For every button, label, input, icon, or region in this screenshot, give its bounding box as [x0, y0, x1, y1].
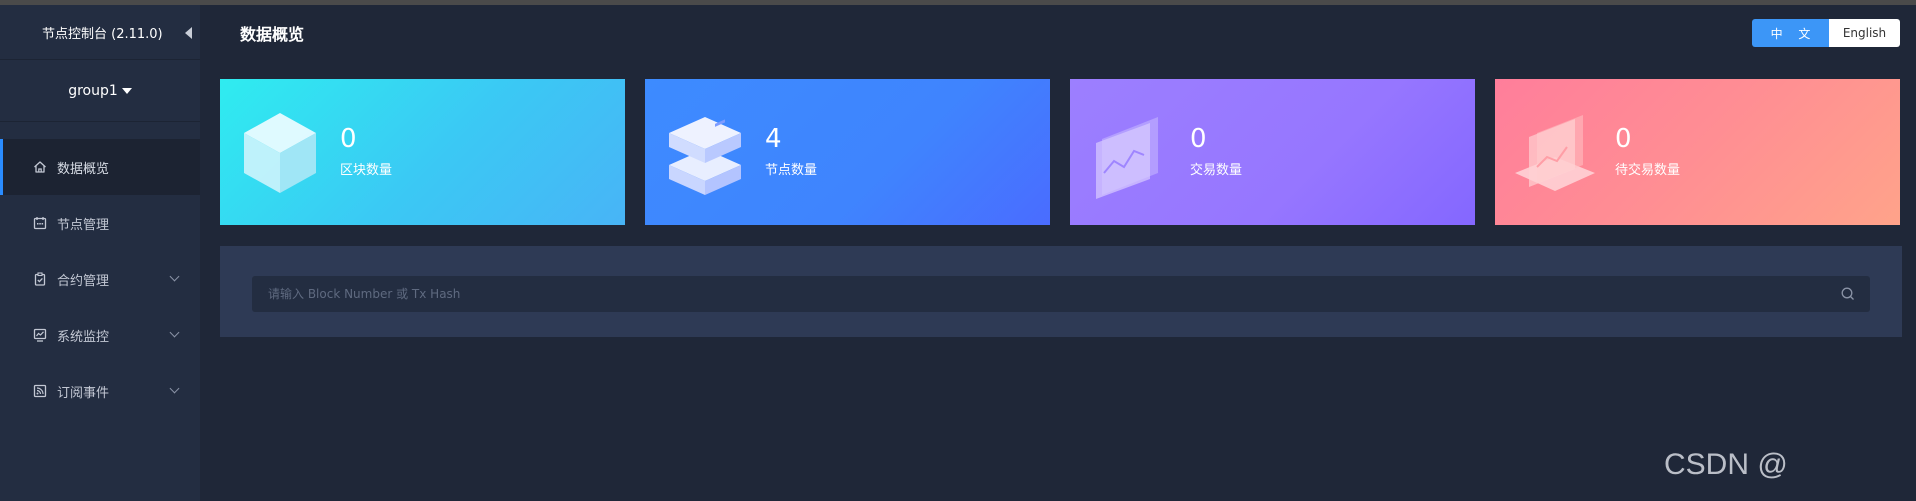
sidebar-item-label: 合约管理 — [57, 273, 110, 289]
sidebar-item-label: 节点管理 — [57, 217, 110, 233]
watermark: CSDN @ — [1664, 448, 1788, 481]
cube-icon — [244, 113, 316, 193]
stat-card-transactions: 0 交易数量 — [1070, 79, 1475, 225]
caret-down-icon — [121, 87, 132, 94]
stat-card-blocks: 0 区块数量 — [220, 79, 625, 225]
sidebar-header: 节点控制台 (2.11.0) — [0, 5, 200, 60]
chevron-down-icon — [169, 327, 180, 338]
collapse-sidebar-icon[interactable] — [185, 27, 192, 39]
chevron-down-icon — [169, 271, 180, 282]
stat-value: 0 — [340, 124, 357, 154]
stat-card-pending-transactions: 0 待交易数量 — [1495, 79, 1900, 225]
sidebar-item-label: 系统监控 — [57, 329, 110, 345]
sidebar-item-monitoring[interactable]: 系统监控 — [0, 307, 200, 363]
server-stack-icon — [669, 117, 741, 195]
monitor-chart-icon — [32, 327, 48, 343]
stat-value: 0 — [1615, 124, 1632, 154]
window-top-border — [0, 0, 1916, 5]
lang-english-button[interactable]: English — [1829, 19, 1900, 47]
group-name: group1 — [68, 82, 118, 99]
search-icon[interactable] — [1840, 286, 1856, 302]
sidebar-item-label: 数据概览 — [57, 161, 110, 177]
language-switch: 中 文 English — [1752, 19, 1900, 47]
sidebar-menu: 数据概览 节点管理 合约管理 系统监控 订阅事件 — [0, 139, 200, 419]
stat-label: 待交易数量 — [1615, 163, 1681, 178]
calendar-icon — [32, 215, 48, 231]
chevron-down-icon — [169, 383, 180, 394]
rss-icon — [32, 383, 48, 399]
stat-label: 交易数量 — [1190, 163, 1243, 178]
sidebar-item-events[interactable]: 订阅事件 — [0, 363, 200, 419]
stat-value: 0 — [1190, 124, 1207, 154]
sidebar-item-contracts[interactable]: 合约管理 — [0, 251, 200, 307]
transaction-chart-icon — [1096, 117, 1158, 199]
stat-label: 节点数量 — [765, 163, 818, 178]
search-panel — [220, 246, 1902, 337]
stat-value: 4 — [765, 124, 782, 154]
sidebar: 节点控制台 (2.11.0) group1 数据概览 节点管理 合约管理 系统监… — [0, 5, 200, 501]
search-input[interactable] — [252, 276, 1840, 312]
stat-label: 区块数量 — [340, 163, 393, 178]
pending-transaction-icon — [1515, 115, 1595, 191]
stat-cards: 0 区块数量 4 节点数量 0 交易数量 0 待交易数量 — [220, 79, 1900, 225]
sidebar-item-label: 订阅事件 — [57, 385, 110, 401]
search-box — [252, 276, 1870, 312]
app-title: 节点控制台 (2.11.0) — [42, 26, 163, 42]
clipboard-check-icon — [32, 271, 48, 287]
sidebar-item-overview[interactable]: 数据概览 — [0, 139, 200, 195]
sidebar-item-nodes[interactable]: 节点管理 — [0, 195, 200, 251]
stat-card-nodes: 4 节点数量 — [645, 79, 1050, 225]
lang-chinese-button[interactable]: 中 文 — [1752, 19, 1829, 47]
group-selector[interactable]: group1 — [0, 60, 200, 122]
home-icon — [32, 159, 48, 175]
page-title: 数据概览 — [240, 25, 305, 44]
